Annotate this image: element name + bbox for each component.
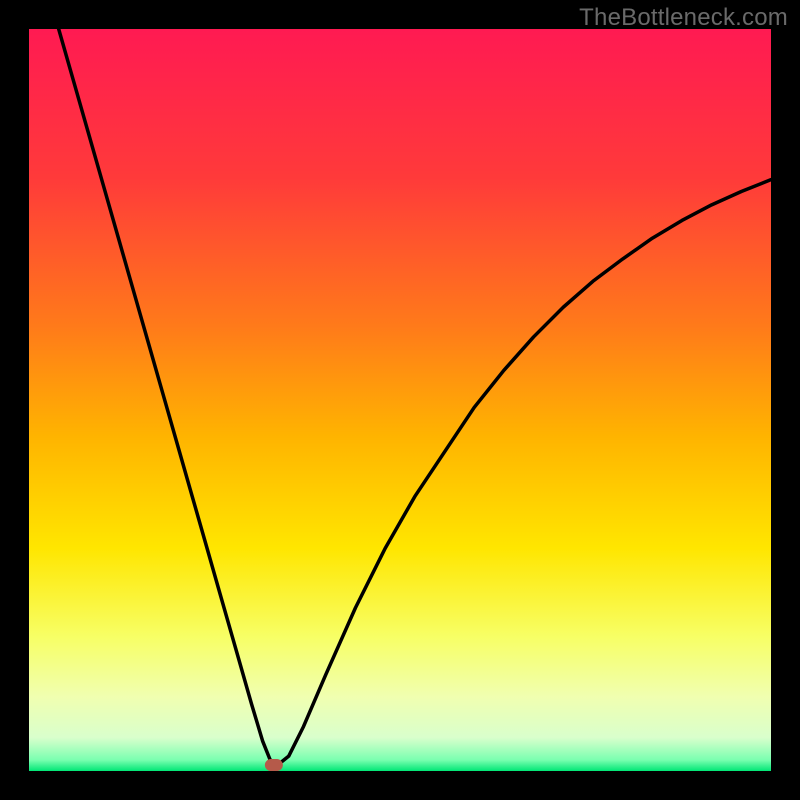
watermark-text: TheBottleneck.com bbox=[579, 4, 788, 32]
chart-container: TheBottleneck.com bbox=[0, 0, 800, 800]
plot-area bbox=[29, 29, 771, 771]
chart-svg bbox=[29, 29, 771, 771]
optimal-point-marker bbox=[265, 759, 283, 771]
gradient-background bbox=[29, 29, 771, 771]
